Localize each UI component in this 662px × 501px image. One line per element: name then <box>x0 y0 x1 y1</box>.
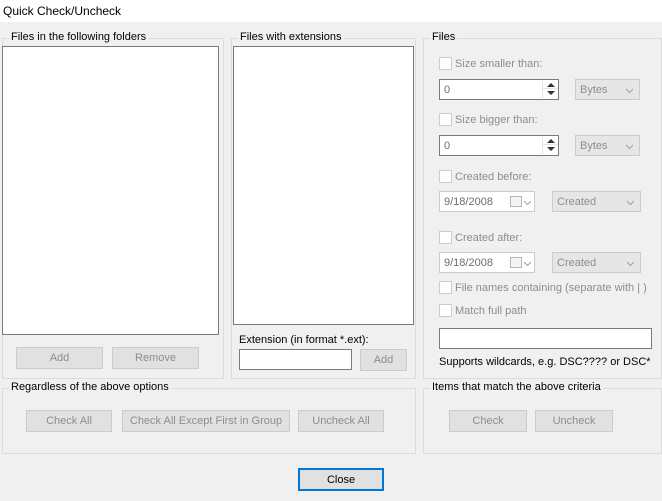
window-title: Quick Check/Uncheck <box>3 4 122 18</box>
uncheck-button[interactable]: Uncheck <box>535 410 613 432</box>
check-all-except-first-button[interactable]: Check All Except First in Group <box>122 410 290 432</box>
folders-group-label: Files in the following folders <box>9 31 149 43</box>
created-after-checkbox-row[interactable]: Created after: <box>439 231 522 244</box>
extensions-group-label: Files with extensions <box>238 31 344 43</box>
matching-group-label: Items that match the above criteria <box>430 381 603 393</box>
created-before-date: 9/18/2008 <box>444 196 493 208</box>
chevron-down-icon <box>524 261 531 267</box>
match-full-path-checkbox-row[interactable]: Match full path <box>439 304 527 317</box>
created-after-type: Created <box>557 257 597 269</box>
uncheck-all-button[interactable]: Uncheck All <box>298 410 384 432</box>
created-before-checkbox-row[interactable]: Created before: <box>439 170 531 183</box>
created-before-date-picker[interactable]: 9/18/2008 <box>439 191 535 212</box>
size-bigger-unit-select[interactable]: Bytes <box>575 135 640 156</box>
check-button[interactable]: Check <box>449 410 527 432</box>
created-after-checkbox[interactable] <box>439 231 452 244</box>
add-folder-button[interactable]: Add <box>16 347 103 369</box>
size-smaller-unit-select[interactable]: Bytes <box>575 79 640 100</box>
calendar-icon[interactable] <box>510 257 522 268</box>
spin-down-icon[interactable] <box>543 145 558 153</box>
regardless-group-label: Regardless of the above options <box>9 381 171 393</box>
extension-input[interactable] <box>239 349 352 370</box>
wildcard-note: Supports wildcards, e.g. DSC???? or DSC* <box>439 356 651 368</box>
extension-format-label: Extension (in format *.ext): <box>239 334 369 346</box>
files-group-label: Files <box>430 31 458 43</box>
created-after-type-select[interactable]: Created <box>552 252 641 273</box>
size-bigger-stepper[interactable]: 0 <box>439 135 559 156</box>
chevron-down-icon <box>626 144 633 150</box>
spin-up-icon[interactable] <box>543 81 558 89</box>
chevron-down-icon <box>524 200 531 206</box>
chevron-down-icon <box>626 88 633 94</box>
name-pattern-input[interactable] <box>439 328 652 349</box>
created-after-label: Created after: <box>455 231 523 244</box>
created-before-type-select[interactable]: Created <box>552 191 641 212</box>
size-smaller-stepper[interactable]: 0 <box>439 79 559 100</box>
created-before-checkbox[interactable] <box>439 170 452 183</box>
size-smaller-label: Size smaller than: <box>455 57 543 70</box>
size-bigger-unit: Bytes <box>580 140 608 152</box>
created-after-date-picker[interactable]: 9/18/2008 <box>439 252 535 273</box>
match-full-path-checkbox[interactable] <box>439 304 452 317</box>
names-containing-checkbox[interactable] <box>439 281 452 294</box>
created-before-label: Created before: <box>455 170 532 183</box>
size-smaller-unit: Bytes <box>580 84 608 96</box>
size-smaller-spin[interactable] <box>542 81 558 98</box>
size-smaller-value: 0 <box>444 84 451 96</box>
size-smaller-checkbox[interactable] <box>439 57 452 70</box>
size-smaller-checkbox-row[interactable]: Size smaller than: <box>439 57 542 70</box>
size-bigger-value: 0 <box>444 140 451 152</box>
size-bigger-checkbox[interactable] <box>439 113 452 126</box>
title-bar: Quick Check/Uncheck <box>0 0 662 22</box>
chevron-down-icon <box>627 200 634 206</box>
remove-folder-button[interactable]: Remove <box>112 347 199 369</box>
match-full-path-label: Match full path <box>455 304 527 317</box>
names-containing-checkbox-row[interactable]: File names containing (separate with | ) <box>439 281 647 294</box>
calendar-icon[interactable] <box>510 196 522 207</box>
extensions-list[interactable] <box>233 46 414 325</box>
size-bigger-spin[interactable] <box>542 137 558 154</box>
spin-down-icon[interactable] <box>543 89 558 97</box>
spin-up-icon[interactable] <box>543 137 558 145</box>
check-all-button[interactable]: Check All <box>26 410 112 432</box>
created-before-type: Created <box>557 196 597 208</box>
chevron-down-icon <box>627 261 634 267</box>
size-bigger-checkbox-row[interactable]: Size bigger than: <box>439 113 538 126</box>
close-button[interactable]: Close <box>298 468 384 491</box>
folders-list[interactable] <box>2 46 219 335</box>
add-extension-button[interactable]: Add <box>360 349 407 371</box>
size-bigger-label: Size bigger than: <box>455 113 538 126</box>
created-after-date: 9/18/2008 <box>444 257 493 269</box>
names-containing-label: File names containing (separate with | ) <box>455 281 647 294</box>
